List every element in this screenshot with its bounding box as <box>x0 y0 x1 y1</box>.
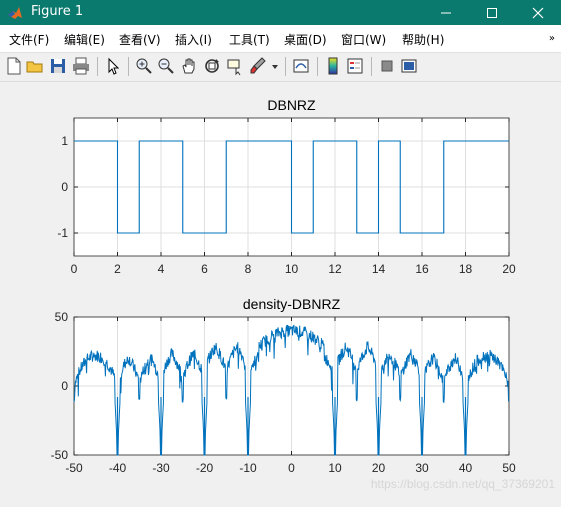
toolbar-separator <box>371 57 372 76</box>
pan-hand-icon[interactable] <box>179 56 199 76</box>
x-tick-label: 6 <box>201 262 208 276</box>
x-tick-label: 10 <box>285 262 299 276</box>
x-tick-label: -20 <box>196 461 214 475</box>
watermark-text: https://blog.csdn.net/qq_37369201 <box>370 477 555 491</box>
legend-icon[interactable] <box>345 56 365 76</box>
axes-2: -50 -40 -30 -20 -10 0 10 20 30 40 50 -50 0 50 density-… <box>51 296 516 475</box>
axes-1: 0 2 4 6 8 10 12 14 16 18 20 -1 0 1 DBNRZ <box>57 97 516 276</box>
menu-window[interactable]: 窗口(W) <box>341 31 386 48</box>
y-tick-label: 0 <box>61 180 68 194</box>
matlab-logo-icon <box>8 7 22 19</box>
save-icon[interactable] <box>48 56 68 76</box>
link-plot-icon[interactable] <box>291 56 311 76</box>
x-tick-label: 8 <box>245 262 252 276</box>
figure-plots: 0 2 4 6 8 10 12 14 16 18 20-101DBNRZ-50 -40 -30 -20 -1… <box>51 97 516 475</box>
menu-desktop[interactable]: 桌面(D) <box>284 31 327 48</box>
menu-view[interactable]: 查看(V) <box>119 31 161 48</box>
x-tick-label: 40 <box>459 461 473 475</box>
menu-bar: 文件(F) 编辑(E) 查看(V) 插入(I) 工具(T) 桌面(D) 窗口(W… <box>0 25 561 53</box>
x-tick-label: 30 <box>415 461 429 475</box>
x-tick-label: -40 <box>109 461 127 475</box>
menu-overflow-button[interactable]: » <box>549 33 555 44</box>
chart-title: DBNRZ <box>267 97 316 113</box>
menu-help[interactable]: 帮助(H) <box>402 31 444 48</box>
x-tick-label: -50 <box>65 461 83 475</box>
menu-edit[interactable]: 编辑(E) <box>64 31 105 48</box>
hide-plot-tools-icon[interactable] <box>377 56 397 76</box>
data-cursor-icon[interactable] <box>225 56 245 76</box>
x-tick-label: 12 <box>328 262 342 276</box>
x-tick-label: 0 <box>71 262 78 276</box>
y-tick-label: -1 <box>57 226 68 240</box>
maximize-button[interactable] <box>469 0 515 25</box>
toolbar-separator <box>128 57 129 76</box>
brush-icon[interactable] <box>248 56 268 76</box>
minimize-button[interactable] <box>423 0 469 25</box>
x-tick-label: 2 <box>114 262 121 276</box>
menu-file[interactable]: 文件(F) <box>9 31 49 48</box>
x-tick-label: 0 <box>288 461 295 475</box>
y-tick-label: 1 <box>61 134 68 148</box>
window-title: Figure 1 <box>31 4 84 19</box>
colorbar-icon[interactable] <box>323 56 343 76</box>
close-icon <box>532 7 544 19</box>
rotate-3d-icon[interactable] <box>202 56 222 76</box>
print-icon[interactable] <box>71 56 91 76</box>
x-tick-label: 20 <box>502 262 516 276</box>
x-tick-label: 20 <box>372 461 386 475</box>
brush-dropdown-icon[interactable] <box>269 56 281 76</box>
maximize-icon <box>487 8 497 18</box>
figure-canvas: 0 2 4 6 8 10 12 14 16 18 20 -1 0 1 DBNRZ -50 -40 -30 -20 -1… <box>0 82 561 503</box>
y-tick-label: -50 <box>51 448 69 462</box>
toolbar-separator <box>317 57 318 76</box>
chart-title: density-DBNRZ <box>243 296 341 312</box>
x-tick-label: 4 <box>158 262 165 276</box>
zoom-in-icon[interactable] <box>134 56 154 76</box>
pointer-icon[interactable] <box>103 56 123 76</box>
menu-insert[interactable]: 插入(I) <box>175 31 212 48</box>
x-tick-label: 10 <box>328 461 342 475</box>
toolbar <box>0 53 561 82</box>
x-tick-label: 16 <box>415 262 429 276</box>
minimize-icon <box>441 12 451 14</box>
menu-tools[interactable]: 工具(T) <box>229 31 270 48</box>
close-button[interactable] <box>515 0 561 25</box>
x-tick-label: -30 <box>152 461 170 475</box>
toolbar-separator <box>97 57 98 76</box>
zoom-out-icon[interactable] <box>156 56 176 76</box>
show-plot-tools-icon[interactable] <box>399 56 419 76</box>
y-tick-label: 0 <box>61 379 68 393</box>
x-tick-label: -10 <box>239 461 257 475</box>
series-line-dbnrz <box>74 140 509 234</box>
title-bar: Figure 1 <box>0 0 561 25</box>
x-tick-label: 18 <box>459 262 473 276</box>
x-tick-label: 50 <box>502 461 516 475</box>
open-file-icon[interactable] <box>25 56 45 76</box>
toolbar-separator <box>285 57 286 76</box>
new-figure-icon[interactable] <box>4 56 24 76</box>
x-tick-label: 14 <box>372 262 386 276</box>
y-tick-label: 50 <box>55 310 69 324</box>
